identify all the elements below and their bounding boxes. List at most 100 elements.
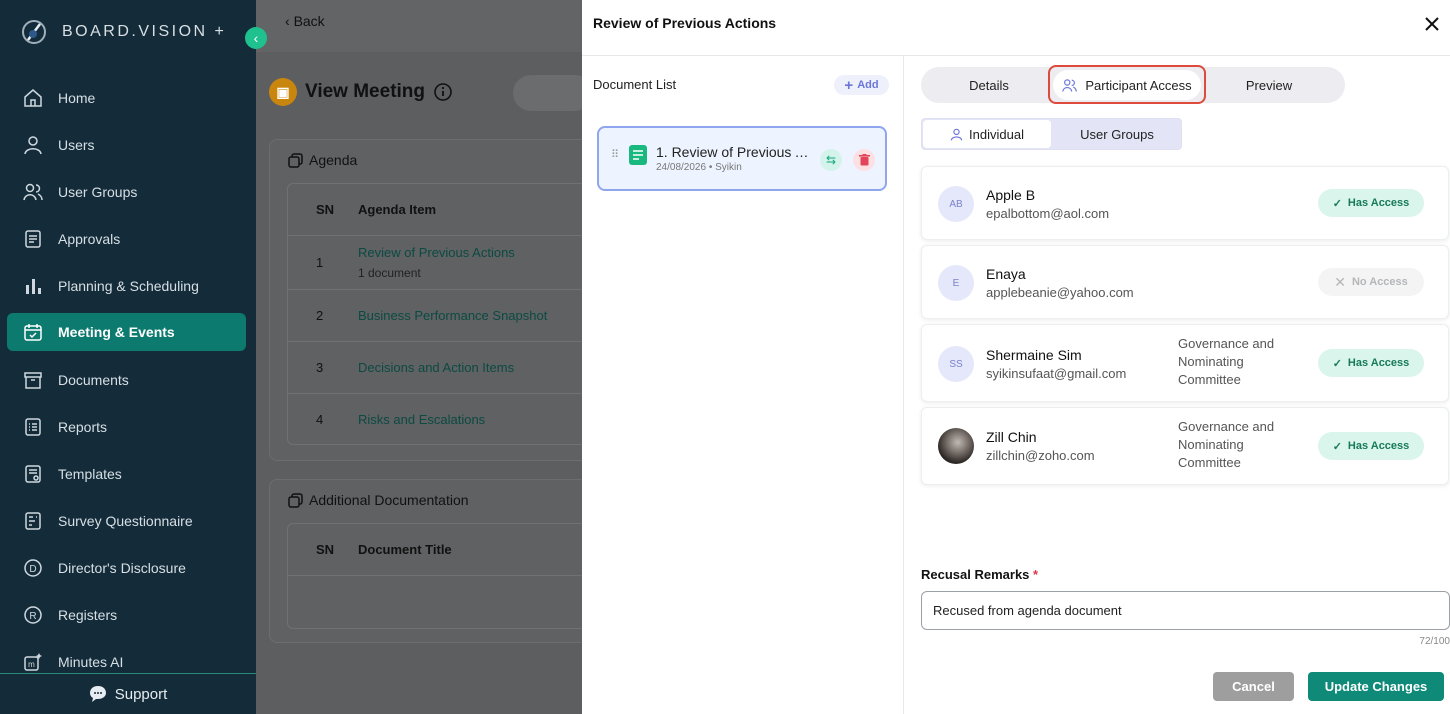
sidebar-item-label: Templates — [58, 465, 122, 482]
document-icon — [629, 145, 647, 165]
panel-title: Review of Previous Actions — [593, 15, 777, 31]
agenda-card: Agenda SN Agenda Item 1 Review of Previo… — [269, 139, 582, 461]
column-header-document-title: Document Title — [358, 542, 452, 557]
disclosure-icon: D — [22, 557, 44, 579]
svg-text:m: m — [28, 660, 35, 669]
access-toggle[interactable]: ✓ Has Access — [1318, 432, 1424, 460]
access-toggle[interactable]: ✕ No Access — [1318, 268, 1424, 296]
document-item[interactable]: ⠿ 1. Review of Previous Actions 24/08/20… — [597, 126, 887, 191]
participant-name: Shermaine Sim — [986, 347, 1082, 363]
x-icon: ✕ — [1334, 273, 1346, 290]
sidebar-item-label: Approvals — [58, 230, 121, 247]
recusal-remarks-input[interactable]: Recused from agenda document — [921, 591, 1450, 630]
required-marker: * — [1033, 567, 1039, 582]
header-action-pill[interactable] — [513, 75, 582, 111]
sidebar-item-label: Documents — [58, 371, 129, 388]
sidebar-item-reports[interactable]: Reports — [0, 403, 256, 450]
agenda-item-text: Review of Previous Actions — [358, 245, 515, 260]
row-sn: 4 — [316, 411, 324, 427]
sidebar-item-label: Home — [58, 89, 96, 106]
sidebar-item-label: User Groups — [58, 183, 138, 200]
agenda-item-link[interactable]: Review of Previous Actions 1 document — [358, 245, 515, 280]
agenda-item-link[interactable]: Risks and Escalations — [358, 412, 485, 427]
document-author: Syikin — [715, 162, 742, 173]
tab-details[interactable]: Details — [921, 67, 1057, 103]
sidebar-item-home[interactable]: Home — [0, 74, 256, 121]
sidebar-item-planning[interactable]: Planning & Scheduling — [0, 262, 256, 309]
additional-docs-title: Additional Documentation — [288, 492, 469, 508]
table-row[interactable]: 1 Review of Previous Actions 1 document — [288, 236, 582, 290]
participant-email: applebeanie@yahoo.com — [986, 285, 1134, 300]
delete-document-button[interactable] — [853, 149, 875, 171]
sidebar-item-templates[interactable]: Templates — [0, 450, 256, 497]
chart-icon — [22, 275, 44, 297]
additional-docs-title-text: Additional Documentation — [309, 492, 469, 508]
sidebar-item-label: Users — [58, 136, 95, 153]
info-icon[interactable] — [433, 82, 453, 102]
access-toggle[interactable]: ✓ Has Access — [1318, 349, 1424, 377]
agenda-table-header: SN Agenda Item — [288, 184, 582, 236]
agenda-item-link[interactable]: Decisions and Action Items — [358, 360, 514, 375]
access-label: Has Access — [1347, 357, 1410, 369]
drag-handle-icon[interactable]: ⠿ — [611, 150, 620, 161]
table-row[interactable]: 2 Business Performance Snapshot — [288, 290, 582, 342]
calendar-icon — [22, 321, 44, 343]
collapse-sidebar-button[interactable]: ‹ — [245, 27, 267, 49]
survey-icon — [22, 510, 44, 532]
cancel-button[interactable]: Cancel — [1213, 672, 1294, 701]
update-changes-button[interactable]: Update Changes — [1308, 672, 1444, 701]
support-button[interactable]: Support — [0, 673, 256, 714]
participant-email: syikinsufaat@gmail.com — [986, 366, 1127, 381]
sidebar-item-label: Reports — [58, 418, 108, 435]
check-icon: ✓ — [1332, 197, 1342, 210]
tab-preview[interactable]: Preview — [1201, 67, 1337, 103]
sidebar-item-label: Planning & Scheduling — [58, 277, 199, 294]
brand-name: BOARD.VISION + — [62, 23, 227, 40]
close-icon — [1425, 17, 1439, 31]
sidebar-item-users[interactable]: Users — [0, 121, 256, 168]
agenda-item-link[interactable]: Business Performance Snapshot — [358, 308, 547, 323]
archive-icon — [22, 369, 44, 391]
sidebar-item-approvals[interactable]: Approvals — [0, 215, 256, 262]
agenda-title-text: Agenda — [309, 152, 358, 168]
document-meta: 24/08/2026 • Syikin — [656, 162, 742, 173]
sidebar-item-survey[interactable]: Survey Questionnaire — [0, 497, 256, 544]
sidebar-item-registers[interactable]: R Registers — [0, 591, 256, 638]
access-label: Has Access — [1347, 197, 1410, 209]
document-name: 1. Review of Previous Actions — [656, 144, 811, 160]
avatar: SS — [938, 346, 974, 382]
recusal-label: Recusal Remarks * — [921, 567, 1038, 582]
sidebar-item-documents[interactable]: Documents — [0, 356, 256, 403]
subtab-individual[interactable]: Individual — [923, 120, 1051, 148]
brand[interactable]: BOARD.VISION + — [20, 18, 226, 46]
access-label: Has Access — [1347, 440, 1410, 452]
close-button[interactable] — [1420, 12, 1444, 36]
sidebar-item-user-groups[interactable]: User Groups — [0, 168, 256, 215]
approvals-icon — [22, 228, 44, 250]
avatar — [938, 428, 974, 464]
character-counter: 72/100 — [1419, 636, 1450, 647]
document-list-label: Document List — [593, 77, 677, 92]
chevron-left-icon: ‹ — [253, 30, 259, 46]
chat-icon — [89, 686, 106, 702]
document-panel: Review of Previous Actions Document List… — [582, 0, 1450, 714]
replace-document-button[interactable]: ⇆ — [820, 149, 842, 171]
additional-docs-card: Additional Documentation SN Document Tit… — [269, 479, 582, 643]
table-row[interactable]: 4 Risks and Escalations — [288, 394, 582, 444]
additional-docs-header: SN Document Title — [288, 524, 582, 576]
add-document-button[interactable]: + Add — [834, 75, 889, 95]
agenda-title: Agenda — [288, 152, 357, 168]
agenda-table: SN Agenda Item 1 Review of Previous Acti… — [287, 183, 582, 445]
access-toggle[interactable]: ✓ Has Access — [1318, 189, 1424, 217]
sidebar-item-disclosure[interactable]: D Director's Disclosure — [0, 544, 256, 591]
back-label: Back — [293, 13, 325, 29]
page-title: ▣ View Meeting — [269, 78, 453, 106]
back-link[interactable]: ‹ Back — [285, 13, 325, 29]
participant-card: Zill Chin zillchin@zoho.com Governance a… — [921, 407, 1449, 485]
participant-name: Apple B — [986, 187, 1036, 203]
table-row[interactable]: 3 Decisions and Action Items — [288, 342, 582, 394]
subtab-user-groups[interactable]: User Groups — [1052, 119, 1182, 149]
sidebar-item-meeting-events[interactable]: Meeting & Events — [7, 313, 246, 351]
page-title-text: View Meeting — [305, 81, 426, 102]
subtab-label: Individual — [969, 126, 1024, 142]
